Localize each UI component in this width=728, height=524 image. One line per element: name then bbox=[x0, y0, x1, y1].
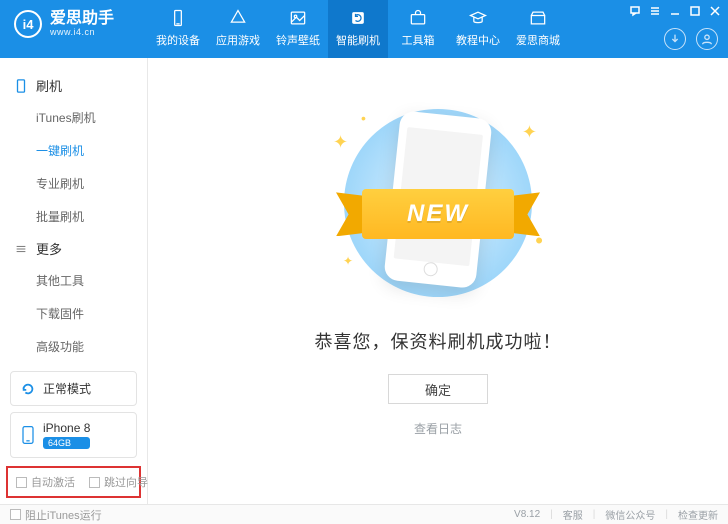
apps-icon bbox=[228, 8, 248, 28]
version-label: V8.12 bbox=[514, 509, 540, 520]
nav-store[interactable]: 爱思商城 bbox=[508, 0, 568, 58]
nav-tutorials[interactable]: 教程中心 bbox=[448, 0, 508, 58]
nav-ringtones-wallpapers[interactable]: 铃声壁纸 bbox=[268, 0, 328, 58]
sparkle-icon: ✦ bbox=[522, 122, 537, 143]
footer-link-support[interactable]: 客服 bbox=[563, 507, 583, 522]
graduation-icon bbox=[468, 8, 488, 28]
sidebar-item-advanced[interactable]: 高级功能 bbox=[0, 330, 147, 363]
download-icon[interactable] bbox=[664, 28, 686, 50]
close-button[interactable] bbox=[708, 4, 722, 18]
option-label: 阻止iTunes运行 bbox=[25, 507, 102, 523]
new-ribbon: NEW bbox=[338, 189, 538, 239]
window-controls bbox=[628, 4, 722, 18]
checkbox-icon[interactable] bbox=[10, 509, 21, 520]
app-body: 刷机 iTunes刷机 一键刷机 专业刷机 批量刷机 更多 其他工具 下载固件 … bbox=[0, 58, 728, 504]
nav-label: 爱思商城 bbox=[516, 32, 560, 48]
sidebar-item-pro-flash[interactable]: 专业刷机 bbox=[0, 167, 147, 200]
mode-label: 正常模式 bbox=[43, 380, 91, 397]
toolbox-icon bbox=[408, 8, 428, 28]
device-name: iPhone 8 bbox=[43, 421, 90, 435]
option-skip-guide[interactable]: 跳过向导 bbox=[89, 474, 148, 490]
success-message: 恭喜您，保资料刷机成功啦！ bbox=[315, 328, 562, 354]
nav-label: 应用游戏 bbox=[216, 32, 260, 48]
device-capacity-badge: 64GB bbox=[43, 437, 90, 449]
brand-name: 爱思助手 bbox=[50, 11, 114, 27]
group-title: 更多 bbox=[36, 239, 62, 258]
nav-label: 我的设备 bbox=[156, 32, 200, 48]
dot-icon: • bbox=[361, 110, 366, 126]
brand-logo: i4 爱思助手 www.i4.cn bbox=[0, 0, 148, 38]
sidebar-item-onekey-flash[interactable]: 一键刷机 bbox=[0, 134, 147, 167]
option-auto-activate[interactable]: 自动激活 bbox=[16, 474, 75, 490]
menu-icon[interactable] bbox=[648, 4, 662, 18]
ribbon-text: NEW bbox=[362, 189, 514, 239]
refresh-icon bbox=[348, 8, 368, 28]
nav-label: 教程中心 bbox=[456, 32, 500, 48]
footer: 阻止iTunes运行 V8.12 | 客服 | 微信公众号 | 检查更新 bbox=[0, 504, 728, 524]
brand-url: www.i4.cn bbox=[50, 27, 114, 37]
option-label: 自动激活 bbox=[31, 474, 75, 490]
checkbox-icon[interactable] bbox=[16, 477, 27, 488]
user-icon[interactable] bbox=[696, 28, 718, 50]
mode-selector[interactable]: 正常模式 bbox=[10, 371, 137, 406]
nav-label: 智能刷机 bbox=[336, 32, 380, 48]
sidebar-item-itunes-flash[interactable]: iTunes刷机 bbox=[0, 101, 147, 134]
option-block-itunes[interactable]: 阻止iTunes运行 bbox=[10, 507, 102, 523]
sidebar-item-download-firmware[interactable]: 下载固件 bbox=[0, 297, 147, 330]
minimize-button[interactable] bbox=[668, 4, 682, 18]
more-icon bbox=[14, 242, 28, 256]
device-selector[interactable]: iPhone 8 64GB bbox=[10, 412, 137, 458]
sidebar-item-batch-flash[interactable]: 批量刷机 bbox=[0, 200, 147, 233]
image-icon bbox=[288, 8, 308, 28]
sidebar-group-more: 更多 bbox=[0, 233, 147, 264]
view-log-link[interactable]: 查看日志 bbox=[414, 420, 462, 437]
top-nav: 我的设备 应用游戏 铃声壁纸 智能刷机 工具箱 教程中心 爱思商城 bbox=[148, 0, 568, 58]
success-illustration: ✦ ✦ ✦ • • NEW bbox=[333, 108, 543, 298]
main-panel: ✦ ✦ ✦ • • NEW 恭喜您，保资料刷机成功啦！ 确定 查看日志 bbox=[148, 58, 728, 504]
device-icon bbox=[168, 8, 188, 28]
nav-apps-games[interactable]: 应用游戏 bbox=[208, 0, 268, 58]
sidebar: 刷机 iTunes刷机 一键刷机 专业刷机 批量刷机 更多 其他工具 下载固件 … bbox=[0, 58, 148, 504]
sparkle-icon: ✦ bbox=[333, 132, 348, 153]
footer-link-update[interactable]: 检查更新 bbox=[678, 507, 718, 522]
group-title: 刷机 bbox=[36, 76, 62, 95]
sidebar-group-flash: 刷机 bbox=[0, 70, 147, 101]
bottom-options-highlight: 自动激活 跳过向导 bbox=[6, 466, 141, 498]
app-header: i4 爱思助手 www.i4.cn 我的设备 应用游戏 铃声壁纸 智能刷机 工具… bbox=[0, 0, 728, 58]
logo-mark: i4 bbox=[14, 10, 42, 38]
footer-link-wechat[interactable]: 微信公众号 bbox=[605, 507, 655, 522]
ok-button[interactable]: 确定 bbox=[388, 374, 488, 404]
phone-flash-icon bbox=[14, 79, 28, 93]
header-right-icons bbox=[664, 28, 718, 50]
sidebar-item-other-tools[interactable]: 其他工具 bbox=[0, 264, 147, 297]
nav-my-device[interactable]: 我的设备 bbox=[148, 0, 208, 58]
option-label: 跳过向导 bbox=[104, 474, 148, 490]
feedback-icon[interactable] bbox=[628, 4, 642, 18]
nav-label: 工具箱 bbox=[402, 32, 435, 48]
maximize-button[interactable] bbox=[688, 4, 702, 18]
nav-toolbox[interactable]: 工具箱 bbox=[388, 0, 448, 58]
checkbox-icon[interactable] bbox=[89, 477, 100, 488]
nav-smart-flash[interactable]: 智能刷机 bbox=[328, 0, 388, 58]
store-icon bbox=[528, 8, 548, 28]
sparkle-icon: ✦ bbox=[343, 254, 353, 268]
nav-label: 铃声壁纸 bbox=[276, 32, 320, 48]
